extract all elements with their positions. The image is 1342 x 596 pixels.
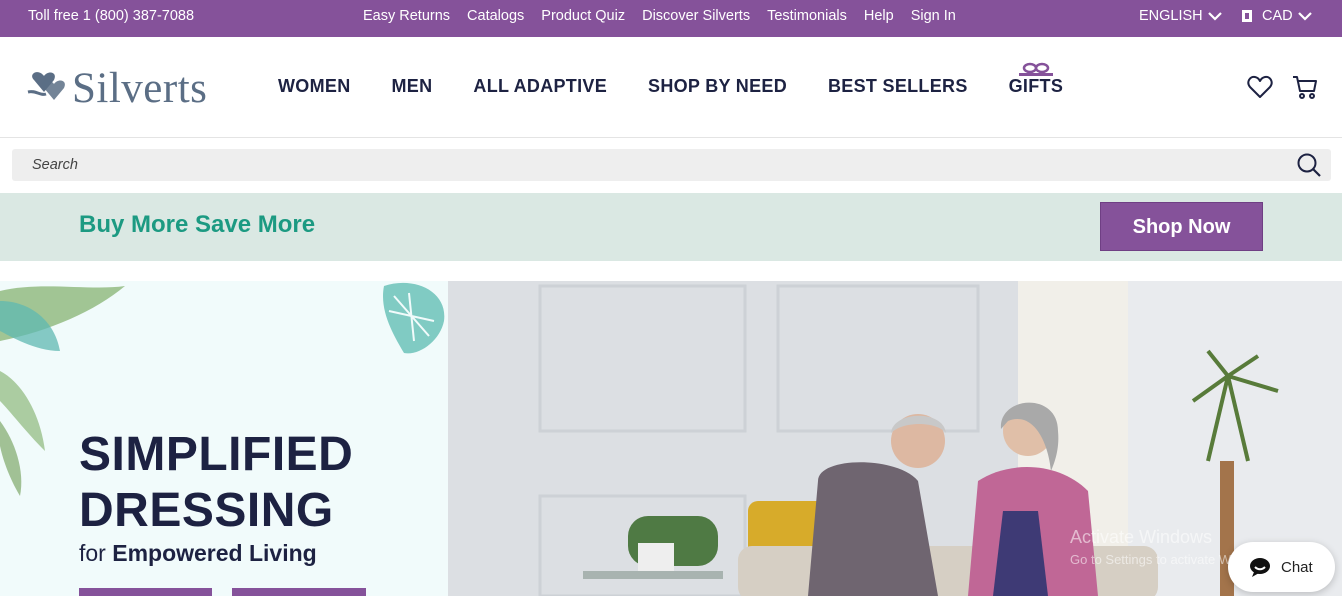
promo-message[interactable]: Buy More Save More xyxy=(79,211,315,239)
hero-text-panel: SIMPLIFIED DRESSING for Empowered Living xyxy=(0,281,448,596)
link-easy-returns[interactable]: Easy Returns xyxy=(363,8,450,24)
chat-bubble-icon xyxy=(1250,558,1270,577)
logo-wordmark: Silverts xyxy=(72,64,208,112)
link-product-quiz[interactable]: Product Quiz xyxy=(541,8,625,24)
utility-bar: Toll free 1 (800) 387-7088 Easy Returns … xyxy=(0,0,1342,37)
shop-now-button[interactable]: Shop Now xyxy=(1100,202,1263,251)
link-help[interactable]: Help xyxy=(864,8,894,24)
main-header: Silverts WOMEN MEN ALL ADAPTIVE SHOP BY … xyxy=(0,37,1342,138)
cart-icon[interactable] xyxy=(1291,73,1319,101)
language-selector[interactable]: ENGLISH xyxy=(1139,8,1223,24)
hero-sub-bold: Empowered Living xyxy=(112,540,317,566)
hero-image xyxy=(448,281,1342,596)
chevron-down-icon xyxy=(1207,12,1222,21)
utility-links: Easy Returns Catalogs Product Quiz Disco… xyxy=(363,8,973,24)
link-discover-silverts[interactable]: Discover Silverts xyxy=(642,8,750,24)
link-sign-in[interactable]: Sign In xyxy=(911,8,956,24)
hero-subheadline: for Empowered Living xyxy=(79,540,317,567)
nav-men[interactable]: MEN xyxy=(392,76,433,97)
search-bar xyxy=(12,149,1331,181)
currency-label: CAD xyxy=(1262,8,1293,24)
main-nav: WOMEN MEN ALL ADAPTIVE SHOP BY NEED BEST… xyxy=(278,62,1104,97)
hero-cta-button-1[interactable] xyxy=(79,588,212,596)
language-label: ENGLISH xyxy=(1139,8,1203,24)
search-icon[interactable] xyxy=(1296,152,1322,178)
hero-headline-line2: DRESSING xyxy=(79,484,334,537)
chevron-down-icon xyxy=(1297,12,1312,21)
nav-all-adaptive[interactable]: ALL ADAPTIVE xyxy=(473,76,607,97)
nav-women[interactable]: WOMEN xyxy=(278,76,351,97)
windows-watermark-title: Activate Windows xyxy=(1070,527,1213,547)
chat-label: Chat xyxy=(1281,558,1313,576)
chat-button[interactable]: Chat xyxy=(1228,542,1335,592)
nav-gifts[interactable]: GIFTS xyxy=(1008,62,1064,97)
couple-on-sofa-photo xyxy=(448,281,1342,596)
nav-best-sellers[interactable]: BEST SELLERS xyxy=(828,76,968,97)
logo-hearts-icon xyxy=(27,72,65,100)
hero-headline: SIMPLIFIED DRESSING xyxy=(79,427,353,539)
site-logo[interactable]: Silverts xyxy=(26,63,207,113)
link-testimonials[interactable]: Testimonials xyxy=(767,8,847,24)
canada-flag-icon xyxy=(1238,10,1256,22)
hero-headline-line1: SIMPLIFIED xyxy=(79,428,354,481)
nav-gifts-label: GIFTS xyxy=(1008,76,1064,96)
nav-shop-by-need[interactable]: SHOP BY NEED xyxy=(648,76,787,97)
link-catalogs[interactable]: Catalogs xyxy=(467,8,524,24)
promo-banner: Buy More Save More Shop Now xyxy=(0,193,1342,261)
monstera-leaf-decoration xyxy=(383,282,445,354)
hero-cta-button-2[interactable] xyxy=(232,588,366,596)
gift-bow-icon xyxy=(1018,62,1053,76)
heart-icon[interactable] xyxy=(1246,73,1274,101)
search-input[interactable] xyxy=(32,155,1282,175)
hero-sub-prefix: for xyxy=(79,540,113,566)
toll-free-number[interactable]: Toll free 1 (800) 387-7088 xyxy=(28,8,194,24)
currency-selector[interactable]: CAD xyxy=(1238,8,1313,24)
